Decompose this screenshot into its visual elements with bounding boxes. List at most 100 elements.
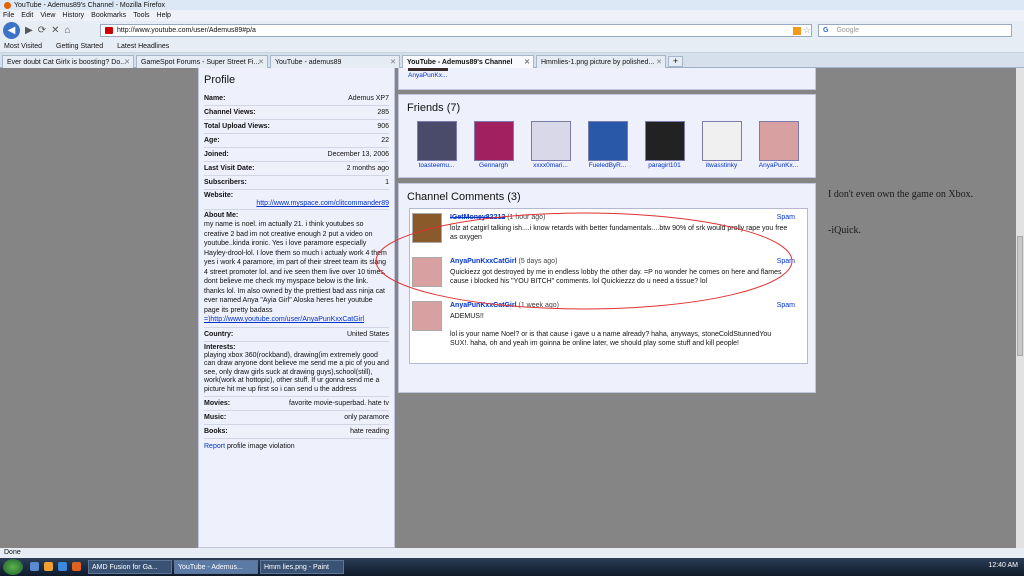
search-input[interactable]: G Google — [818, 24, 1012, 37]
rss-icon[interactable] — [793, 27, 801, 35]
tab-label: YouTube - Ademus89's Channel — [407, 58, 513, 66]
friend-name[interactable]: xxxx0mari... — [533, 162, 568, 169]
music-row: Music: only paramore — [204, 411, 389, 425]
top-strip-name[interactable]: AnyaPunKx... — [408, 72, 447, 79]
close-icon[interactable]: ✕ — [124, 58, 130, 66]
friend-name[interactable]: AnyaPunKx... — [759, 162, 798, 169]
side-note-line2: -iQuick. — [828, 225, 862, 236]
profile-title: Profile — [204, 74, 236, 86]
about-label: About Me: — [204, 212, 239, 219]
status-bar: Done — [0, 548, 1024, 558]
tab-label: YouTube - ademus89 — [275, 58, 342, 66]
google-search-icon: G — [823, 27, 829, 34]
friend-avatar[interactable] — [758, 121, 799, 161]
friend-avatar[interactable] — [701, 121, 742, 161]
tab-label: Hmmlies-1.png picture by polished... — [541, 58, 655, 66]
profile-panel: Profile Name: Ademus XP7 Channel Views: 28… — [198, 68, 395, 548]
new-tab-button[interactable]: + — [668, 56, 683, 67]
menu-history[interactable]: History — [62, 12, 84, 19]
url-bar[interactable]: http://www.youtube.com/user/Ademus89#p/a… — [100, 24, 812, 37]
bookmark-star-icon[interactable]: ☆ — [803, 25, 811, 36]
close-icon[interactable]: ✕ — [524, 58, 530, 66]
tab-cat-girlx[interactable]: Ever doubt Cat Girlx is boosting? Do... ✕ — [2, 55, 134, 68]
explorer-icon[interactable] — [44, 562, 53, 571]
close-icon[interactable]: ✕ — [390, 58, 396, 66]
menu-help[interactable]: Help — [157, 12, 171, 19]
friend-item[interactable]: xxxx0mari... — [522, 121, 579, 169]
start-button[interactable] — [3, 559, 23, 575]
country-row: Country: United States — [204, 328, 389, 342]
friend-avatar[interactable] — [473, 121, 514, 161]
tab-youtube-channel[interactable]: YouTube - Ademus89's Channel ✕ — [402, 55, 534, 68]
friend-name[interactable]: toasteemu... — [419, 162, 455, 169]
friend-name[interactable]: Gennargh — [479, 162, 508, 169]
tab-bar: Ever doubt Cat Girlx is boosting? Do... ✕… — [0, 53, 1024, 68]
friend-name[interactable]: paragirl101 — [648, 162, 681, 169]
friend-name[interactable]: itwasstinky — [706, 162, 737, 169]
forward-button[interactable]: ▶ — [25, 25, 33, 36]
page-scrollbar[interactable] — [1016, 68, 1024, 548]
comments-title: Channel Comments (3) — [407, 191, 521, 203]
taskbar-item-paint[interactable]: Hmm lies.png - Paint — [260, 560, 344, 574]
menu-bar: File Edit View History Bookmarks Tools H… — [0, 10, 1024, 21]
profile-row: Joined: December 13, 2006 — [204, 148, 389, 162]
friend-avatar[interactable] — [644, 121, 685, 161]
ie-icon[interactable] — [58, 562, 67, 571]
side-note: I don't even own the game on Xbox. -iQui… — [828, 186, 1008, 240]
profile-row: Total Upload Views: 906 — [204, 120, 389, 134]
youtube-favicon-icon — [105, 27, 113, 34]
friends-list: toasteemu... Gennargh xxxx0mari... Fuele… — [408, 121, 815, 169]
scroll-thumb[interactable] — [1017, 236, 1023, 356]
menu-edit[interactable]: Edit — [21, 12, 33, 19]
close-icon[interactable]: ✕ — [258, 58, 264, 66]
taskbar-item-youtube[interactable]: YouTube - Ademus... — [174, 560, 258, 574]
firefox-icon — [4, 1, 11, 9]
show-desktop-icon[interactable] — [30, 562, 39, 571]
default-avatar-icon[interactable] — [530, 121, 571, 161]
tab-gamespot[interactable]: GameSpot Forums - Super Street Fi... ✕ — [136, 55, 268, 68]
back-button[interactable]: ◀ — [3, 22, 20, 39]
about-block: About Me: my name is noel. im actually 2… — [204, 210, 389, 328]
friend-item[interactable]: AnyaPunKx... — [750, 121, 807, 169]
profile-row: Subscribers: 1 — [204, 176, 389, 190]
friend-item[interactable]: Gennargh — [465, 121, 522, 169]
page-viewport: Profile Name: Ademus XP7 Channel Views: 28… — [0, 68, 1024, 548]
profile-row: Channel Views: 285 — [204, 106, 389, 120]
friend-avatar[interactable] — [416, 121, 457, 161]
bookmark-getting-started[interactable]: Getting Started — [56, 43, 103, 50]
tab-hmmlies[interactable]: Hmmlies-1.png picture by polished... ✕ — [536, 55, 666, 68]
about-link[interactable]: =)http://www.youtube.com/user/AnyaPunKxx… — [204, 316, 364, 323]
friend-item[interactable]: itwasstinky — [693, 121, 750, 169]
taskbar-item-amd[interactable]: AMD Fusion for Ga... — [88, 560, 172, 574]
friend-item[interactable]: paragirl101 — [636, 121, 693, 169]
friend-item[interactable]: FueledByR... — [579, 121, 636, 169]
taskbar-clock[interactable]: 12:40 AM — [988, 562, 1018, 569]
menu-bookmarks[interactable]: Bookmarks — [91, 12, 126, 19]
menu-file[interactable]: File — [3, 12, 14, 19]
fueled-by-ramen-logo[interactable] — [587, 121, 628, 161]
interests-text: playing xbox 360(rockband), drawing(im e… — [204, 351, 389, 393]
stop-button[interactable]: ✕ — [51, 25, 59, 36]
menu-tools[interactable]: Tools — [133, 12, 149, 19]
close-icon[interactable]: ✕ — [656, 58, 662, 66]
navigation-toolbar: ◀ ▶ ⟳ ✕ ⌂ http://www.youtube.com/user/Ad… — [0, 21, 1024, 40]
comments-box: Channel Comments (3) IGetMoney82212 (1 h… — [375, 183, 816, 393]
about-text: my name is noel. im actually 21. i think… — [204, 221, 387, 314]
menu-view[interactable]: View — [40, 12, 55, 19]
firefox-icon[interactable] — [72, 562, 81, 571]
friend-thumbnail[interactable] — [408, 68, 448, 71]
bookmarks-toolbar: Most Visited Getting Started Latest Head… — [0, 40, 1024, 53]
report-link[interactable]: Report — [204, 443, 225, 450]
search-placeholder: Google — [836, 27, 860, 34]
side-note-line1: I don't even own the game on Xbox. — [828, 189, 974, 200]
profile-row: Last Visit Date: 2 months ago — [204, 162, 389, 176]
tab-label: GameSpot Forums - Super Street Fi... — [141, 58, 260, 66]
friend-name[interactable]: FueledByR... — [589, 162, 627, 169]
tab-youtube-ademus89[interactable]: YouTube - ademus89 ✕ — [270, 55, 400, 68]
friend-item[interactable]: toasteemu... — [408, 121, 465, 169]
bookmark-most-visited[interactable]: Most Visited — [4, 43, 42, 50]
home-button[interactable]: ⌂ — [64, 25, 70, 36]
website-link[interactable]: http://www.myspace.com/clitcommander89 — [256, 200, 389, 207]
reload-button[interactable]: ⟳ — [38, 25, 46, 36]
bookmark-latest-headlines[interactable]: Latest Headlines — [117, 43, 169, 50]
